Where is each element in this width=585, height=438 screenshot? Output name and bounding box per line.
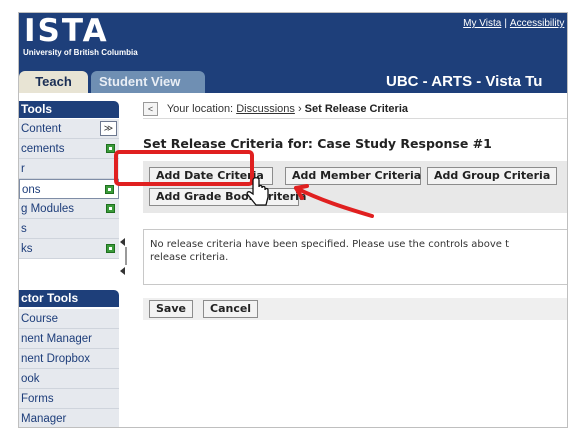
sidebar-item-weblinks[interactable]: ks — [19, 239, 119, 259]
instructor-tools-list: Course nent Manager nent Dropbox ook For… — [19, 309, 119, 427]
save-button[interactable]: Save — [149, 300, 193, 318]
app-header: ISTA University of British Columbia My V… — [19, 13, 567, 93]
link-separator: | — [504, 18, 507, 29]
sidebar-item-announcements[interactable]: cements — [19, 139, 119, 159]
screenshot-frame: ISTA University of British Columbia My V… — [18, 12, 568, 428]
sidebar-splitter[interactable] — [120, 235, 128, 275]
sidebar-item-manager[interactable]: Manager — [19, 409, 119, 427]
save-bar: Save Cancel — [143, 298, 567, 320]
breadcrumb-current: Set Release Criteria — [304, 103, 409, 115]
main-content: < Your location: Discussions › Set Relea… — [135, 93, 567, 427]
sidebar-item-label: s — [21, 223, 27, 235]
tab-student-prefix: Stu — [99, 74, 120, 89]
top-links: My Vista|Accessibility| — [463, 18, 567, 29]
left-sidebar: Tools Content ≫ cements r ons g Modules — [19, 93, 119, 427]
sidebar-item-gradebook[interactable]: ook — [19, 369, 119, 389]
tools-list: Content ≫ cements r ons g Modules s ks — [19, 119, 119, 259]
sidebar-item-calendar[interactable]: r — [19, 159, 119, 179]
add-icon[interactable] — [105, 185, 114, 194]
add-icon[interactable] — [106, 244, 115, 253]
sidebar-item-discussions[interactable]: ons — [19, 179, 119, 199]
collapse-left-icon[interactable] — [120, 238, 125, 246]
tab-student-view[interactable]: Student View — [91, 71, 205, 93]
collapse-left-icon[interactable] — [120, 267, 125, 275]
collapse-icon[interactable]: ≫ — [100, 121, 117, 136]
highlight-annotation — [114, 150, 254, 186]
logo-subtitle: University of British Columbia — [23, 48, 138, 57]
sidebar-item-label: ons — [22, 184, 41, 196]
sidebar-item-forms[interactable]: Forms — [19, 389, 119, 409]
breadcrumb-separator: › — [297, 103, 302, 115]
sidebar-item-assessment-manager[interactable]: nent Manager — [19, 329, 119, 349]
sidebar-item-label: cements — [21, 143, 65, 155]
my-vista-link[interactable]: My Vista — [463, 18, 501, 29]
tab-student-rest: dent View — [119, 74, 181, 89]
instructor-tools-heading: ctor Tools — [19, 290, 119, 307]
add-grade-book-criteria-button[interactable]: Add Grade Book Criteria — [149, 188, 306, 206]
accessibility-link[interactable]: Accessibility — [510, 18, 564, 29]
add-member-criteria-button[interactable]: Add Member Criteria — [285, 167, 421, 185]
message-line-1: No release criteria have been specified.… — [150, 239, 510, 250]
message-line-2: release criteria. — [150, 252, 229, 263]
sidebar-item-learning-modules[interactable]: g Modules — [19, 199, 119, 219]
breadcrumb-prefix: Your location: — [166, 103, 234, 115]
sidebar-item-label: ks — [21, 243, 33, 255]
add-group-criteria-button[interactable]: Add Group Criteria — [427, 167, 557, 185]
add-icon[interactable] — [106, 204, 115, 213]
tab-teach[interactable]: Teach — [19, 71, 88, 93]
breadcrumb-link-discussions[interactable]: Discussions — [236, 103, 295, 115]
page-title: Set Release Criteria for: Case Study Res… — [143, 136, 492, 151]
sidebar-item-assignment-dropbox[interactable]: nent Dropbox — [19, 349, 119, 369]
back-icon[interactable]: < — [143, 102, 158, 116]
breadcrumb: < Your location: Discussions › Set Relea… — [143, 101, 567, 119]
sidebar-item-label: r — [21, 163, 25, 175]
sidebar-item-label: Content — [21, 123, 62, 135]
course-title: UBC - ARTS - Vista Tu — [386, 73, 543, 90]
sidebar-item-content[interactable]: Content ≫ — [19, 119, 119, 139]
sidebar-item-label: g Modules — [21, 203, 75, 215]
sidebar-item-course[interactable]: Course — [19, 309, 119, 329]
tools-heading: Tools — [19, 101, 119, 118]
sidebar-item-s[interactable]: s — [19, 219, 119, 239]
cancel-button[interactable]: Cancel — [203, 300, 259, 318]
splitter-handle[interactable] — [125, 247, 127, 265]
vista-logo: ISTA — [24, 13, 109, 49]
no-criteria-message: No release criteria have been specified.… — [143, 229, 567, 285]
